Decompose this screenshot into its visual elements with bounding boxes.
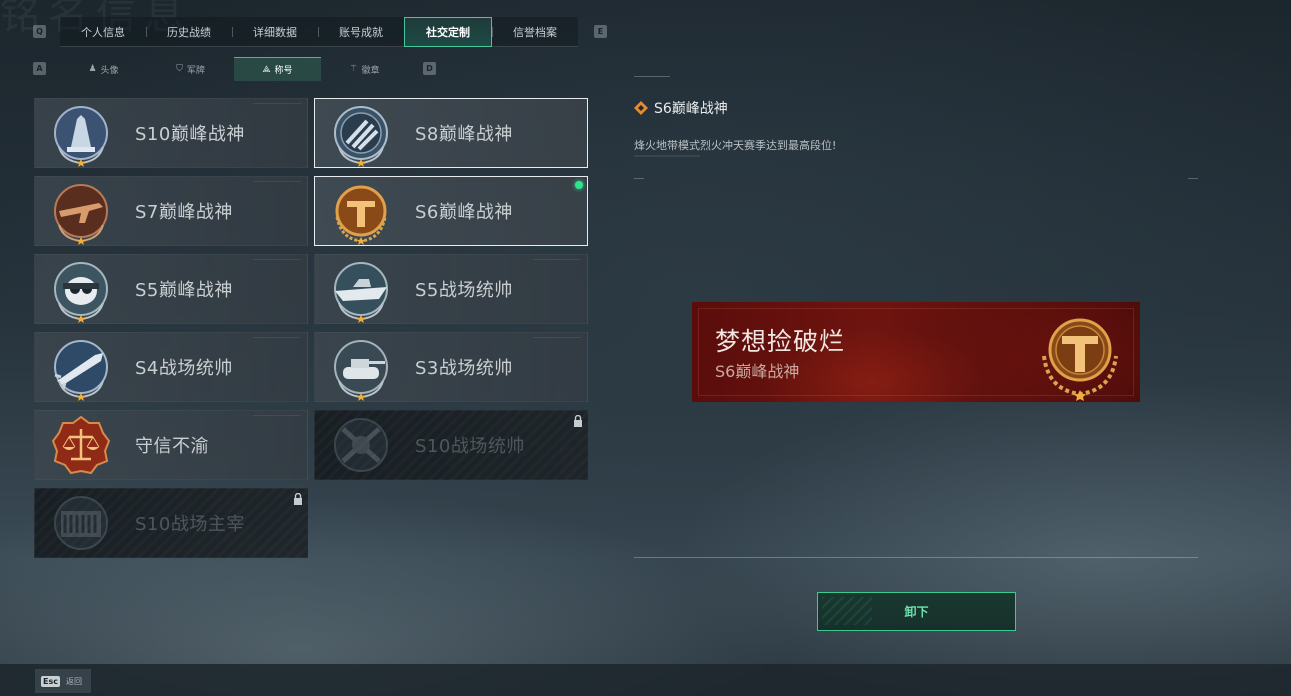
tab-personal-info[interactable]: 个人信息: [60, 17, 146, 47]
subtab-dogtag-label: 军牌: [186, 65, 205, 76]
title-card-locked[interactable]: S10战场主宰: [34, 488, 308, 558]
back-button-label: 返回: [65, 676, 82, 686]
rifle-emblem-icon: [54, 184, 108, 245]
tank-emblem-icon: [334, 340, 388, 401]
title-card-locked[interactable]: S10战场统帅: [314, 410, 588, 480]
card-corner-decoration: [533, 337, 581, 343]
title-card[interactable]: S4战场统帅: [34, 332, 308, 402]
card-corner-decoration: [533, 259, 581, 265]
title-card[interactable]: S7巅峰战神: [34, 176, 308, 246]
esc-key-icon: Esc: [41, 675, 60, 687]
title-name: S5巅峰战神: [135, 280, 233, 301]
title-card[interactable]: S8巅峰战神: [314, 98, 588, 168]
dogtag-icon: ⛉: [176, 64, 183, 74]
detail-title: S6巅峰战神: [634, 98, 728, 118]
crossed-gear-emblem-icon: [334, 418, 388, 472]
tab-achievements[interactable]: 账号成就: [318, 17, 404, 47]
missile-emblem-icon: [54, 340, 108, 401]
title-name: S8巅峰战神: [415, 124, 513, 145]
title-card[interactable]: S3战场统帅: [314, 332, 588, 402]
title-name: S4战场统帅: [135, 358, 233, 379]
title-name: 守信不渝: [135, 436, 209, 457]
diver-skull-emblem-icon: [54, 262, 108, 323]
unequip-button[interactable]: 卸下: [817, 592, 1016, 631]
banner-title-name: S6巅峰战神: [715, 362, 800, 381]
title-diamond-icon: [634, 101, 648, 115]
title-name: S3战场统帅: [415, 358, 513, 379]
title-card[interactable]: 守信不渝: [34, 410, 308, 480]
title-name: S6巅峰战神: [415, 202, 513, 223]
boat-emblem-icon: [334, 262, 388, 323]
back-button[interactable]: Esc 返回: [35, 669, 91, 693]
blue-tower-emblem-icon: [54, 106, 108, 167]
sub-tab-bar: ♟ 头像 ⛉ 军牌 ⟁ 称号 ⚚ 徽章: [60, 57, 410, 81]
detail-title-text: S6巅峰战神: [654, 101, 728, 117]
detail-description-underline: [634, 155, 700, 157]
next-tab-key-hint: E: [594, 25, 607, 38]
title-card[interactable]: S10巅峰战神: [34, 98, 308, 168]
tab-match-history[interactable]: 历史战绩: [146, 17, 232, 47]
footer-bar: [0, 664, 1291, 696]
card-corner-decoration: [253, 337, 301, 343]
title-name: S10巅峰战神: [135, 124, 245, 145]
title-card[interactable]: S5巅峰战神: [34, 254, 308, 324]
title-card[interactable]: S5战场统帅: [314, 254, 588, 324]
frame-corner: [1188, 178, 1198, 179]
detail-top-rule: [634, 76, 670, 77]
equipped-indicator: [575, 181, 583, 189]
subtab-emblem-label: 徽章: [361, 65, 380, 76]
title-name: S10战场主宰: [135, 514, 245, 535]
prev-tab-key-hint: Q: [33, 25, 46, 38]
prev-subtab-key-hint: A: [33, 62, 46, 75]
card-corner-decoration: [253, 415, 301, 421]
tab-social-customization[interactable]: 社交定制: [404, 17, 492, 47]
banner-player-nickname: 梦想捡破烂: [715, 327, 846, 356]
title-card-equipped[interactable]: S6巅峰战神: [314, 176, 588, 246]
next-subtab-key-hint: D: [423, 62, 436, 75]
detail-bottom-rule: [634, 557, 1198, 558]
gold-t-emblem-icon: [335, 185, 387, 245]
subtab-avatar-label: 头像: [100, 65, 119, 76]
title-name: S7巅峰战神: [135, 202, 233, 223]
person-icon: ♟: [88, 64, 97, 74]
title-icon: ⟁: [262, 64, 271, 75]
subtab-dogtag[interactable]: ⛉ 军牌: [147, 57, 234, 81]
title-name: S10战场统帅: [415, 436, 525, 457]
main-tab-bar: 个人信息 历史战绩 详细数据 账号成就 社交定制 信誉档案: [60, 17, 578, 47]
subtab-title-label: 称号: [274, 66, 293, 76]
lock-icon: [294, 493, 302, 505]
subtab-title[interactable]: ⟁ 称号: [234, 57, 321, 81]
card-corner-decoration: [253, 103, 301, 109]
unequip-button-label: 卸下: [904, 605, 929, 619]
subtab-avatar[interactable]: ♟ 头像: [60, 57, 147, 81]
tab-reputation[interactable]: 信誉档案: [492, 17, 578, 47]
gold-t-emblem-icon: [1042, 318, 1118, 401]
detail-description: 烽火地带模式烈火冲天赛季达到最高段位!: [634, 139, 837, 152]
tab-detailed-stats[interactable]: 详细数据: [232, 17, 318, 47]
card-corner-decoration: [253, 181, 301, 187]
card-corner-decoration: [253, 259, 301, 265]
slash-disc-emblem-icon: [334, 106, 388, 167]
emblem-icon: ⚚: [349, 64, 358, 74]
scales-emblem-icon: [51, 415, 111, 475]
subtab-emblem[interactable]: ⚚ 徽章: [321, 57, 408, 81]
colosseum-emblem-icon: [54, 496, 108, 550]
lock-icon: [574, 415, 582, 427]
frame-corner: [634, 178, 644, 179]
title-name: S5战场统帅: [415, 280, 513, 301]
nameplate-banner-preview: 梦想捡破烂 S6巅峰战神: [692, 302, 1140, 402]
